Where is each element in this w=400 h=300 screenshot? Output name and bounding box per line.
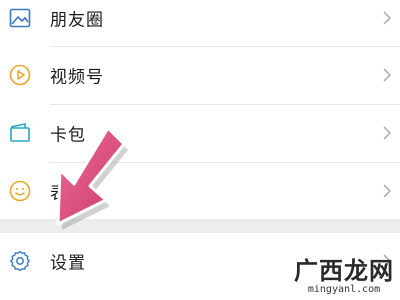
card-wallet-icon (8, 121, 32, 145)
menu-item-label: 设置 (50, 253, 86, 274)
moments-icon (8, 6, 32, 30)
watermark-brand: 广西龙网 (294, 256, 394, 285)
chevron-right-icon (382, 125, 392, 141)
gear-icon (8, 249, 32, 273)
chevron-right-icon (382, 183, 392, 199)
chevron-right-icon (382, 10, 392, 26)
chevron-right-icon (382, 67, 392, 83)
menu-item-label: 朋友圈 (50, 10, 104, 31)
menu-item-channels[interactable]: 视频号 (0, 47, 400, 103)
site-watermark: 广西龙网 mingyanl.com (294, 258, 394, 296)
menu-item-label: 视频号 (50, 67, 104, 88)
pointer-arrow-icon (40, 120, 150, 240)
watermark-url: mingyanl.com (307, 284, 381, 295)
sticker-icon (8, 179, 32, 203)
menu-item-moments[interactable]: 朋友圈 (0, 0, 400, 46)
channels-icon (8, 63, 32, 87)
